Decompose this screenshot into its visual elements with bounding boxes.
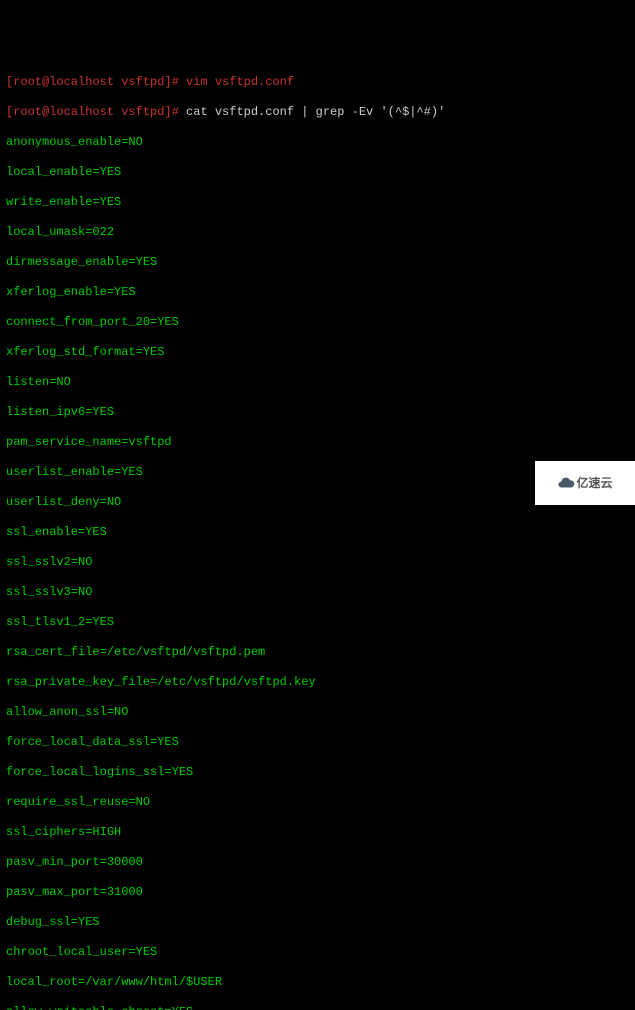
terminal-line: ssl_tlsv1_2=YES [6,615,629,630]
terminal-line: ssl_enable=YES [6,525,629,540]
terminal-line: local_root=/var/www/html/$USER [6,975,629,990]
watermark-text: 亿速云 [576,476,612,491]
terminal-line: write_enable=YES [6,195,629,210]
terminal-line: chroot_local_user=YES [6,945,629,960]
terminal-line: require_ssl_reuse=NO [6,795,629,810]
terminal-line: rsa_cert_file=/etc/vsftpd/vsftpd.pem [6,645,629,660]
terminal-output: [root@localhost vsftpd]# vim vsftpd.conf… [6,60,629,1010]
terminal-line: pasv_min_port=30000 [6,855,629,870]
terminal-line: [root@localhost vsftpd]# cat vsftpd.conf… [6,105,629,120]
terminal-line: ssl_ciphers=HIGH [6,825,629,840]
terminal-line: local_umask=022 [6,225,629,240]
terminal-line: allow_writeable_chroot=YES [6,1005,629,1010]
terminal-line: allow_anon_ssl=NO [6,705,629,720]
command-text: cat vsftpd.conf | grep -Ev '(^$|^#)' [186,105,445,119]
terminal-line: debug_ssl=YES [6,915,629,930]
terminal-line: listen=NO [6,375,629,390]
terminal-line: local_enable=YES [6,165,629,180]
terminal-line: ssl_sslv2=NO [6,555,629,570]
terminal-line: listen_ipv6=YES [6,405,629,420]
shell-prompt: [root@localhost vsftpd]# [6,105,186,119]
terminal-line: anonymous_enable=NO [6,135,629,150]
terminal-line: pasv_max_port=31000 [6,885,629,900]
watermark: 亿速云 [535,461,635,505]
terminal-line: [root@localhost vsftpd]# vim vsftpd.conf [6,75,629,90]
cloud-icon [557,474,575,492]
terminal-line: xferlog_enable=YES [6,285,629,300]
shell-prompt: [root@localhost vsftpd]# vim vsftpd.conf [6,75,294,89]
terminal-line: dirmessage_enable=YES [6,255,629,270]
terminal-line: pam_service_name=vsftpd [6,435,629,450]
terminal-line: force_local_logins_ssl=YES [6,765,629,780]
terminal-line: force_local_data_ssl=YES [6,735,629,750]
terminal-line: ssl_sslv3=NO [6,585,629,600]
terminal-line: connect_from_port_20=YES [6,315,629,330]
terminal-line: xferlog_std_format=YES [6,345,629,360]
terminal-line: rsa_private_key_file=/etc/vsftpd/vsftpd.… [6,675,629,690]
